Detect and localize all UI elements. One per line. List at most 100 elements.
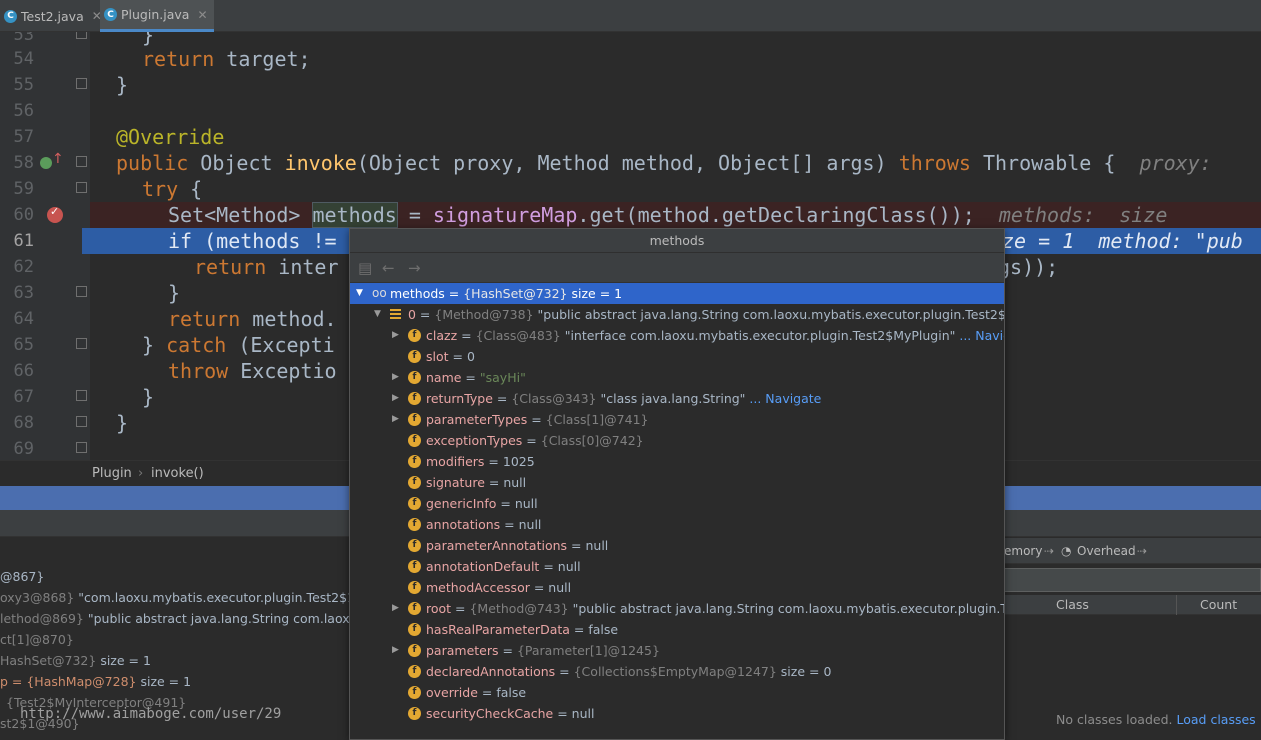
variable-row[interactable]: oxy3@868} "com.laoxu.mybatis.executor.pl… bbox=[0, 587, 391, 608]
collapse-arrow-icon[interactable]: ▼ bbox=[356, 283, 363, 304]
column-count[interactable]: Count bbox=[1200, 597, 1237, 612]
tree-row[interactable]: f parameterAnnotations = null bbox=[350, 535, 1004, 556]
equals-sign: = bbox=[500, 517, 519, 532]
tree-row[interactable]: f methodAccessor = null bbox=[350, 577, 1004, 598]
tree-row-root[interactable]: ▼ oo methods = {HashSet@732} size = 1 bbox=[350, 283, 1004, 304]
expand-arrow-icon[interactable]: ▶ bbox=[392, 409, 399, 430]
field-value: "public abstract java.lang.String com.la… bbox=[572, 601, 1004, 616]
expand-arrow-icon[interactable]: ▶ bbox=[392, 640, 399, 661]
code-line: } bbox=[116, 73, 129, 97]
close-icon[interactable]: ✕ bbox=[197, 8, 207, 22]
field-name: hasRealParameterData bbox=[426, 622, 570, 637]
field-icon: f bbox=[408, 644, 421, 657]
fold-marker-icon[interactable] bbox=[76, 390, 87, 401]
variable-row[interactable]: ct[1]@870} bbox=[0, 629, 74, 650]
tree-row-text: parameterTypes = {Class[1]@741} bbox=[426, 409, 649, 430]
object-reference: {Class[0]@742} bbox=[540, 433, 644, 448]
tab-label: Plugin.java bbox=[121, 7, 190, 22]
equals-sign: = bbox=[553, 706, 572, 721]
editor-tab-bar: C Test2.java ✕ C Plugin.java ✕ bbox=[0, 0, 1261, 32]
equals-sign: = bbox=[555, 664, 574, 679]
column-class[interactable]: Class bbox=[1056, 597, 1089, 612]
line-number: 62 bbox=[13, 257, 34, 277]
pin-icon[interactable]: ⇢ bbox=[1044, 544, 1054, 558]
tree-row[interactable]: f declaredAnnotations = {Collections$Empt… bbox=[350, 661, 1004, 682]
field-name: parameterAnnotations bbox=[426, 538, 568, 553]
tree-row[interactable]: f annotations = null bbox=[350, 514, 1004, 535]
tree-row[interactable]: f annotationDefault = null bbox=[350, 556, 1004, 577]
equals-sign: = bbox=[484, 475, 504, 490]
fold-marker-icon[interactable] bbox=[76, 286, 87, 297]
tree-row[interactable]: ▶ f root = {Method@743} "public abstract j… bbox=[350, 598, 1004, 619]
tree-row[interactable]: ▶ f returnType = {Class@343} "class java.l… bbox=[350, 388, 1004, 409]
tree-row[interactable]: ▶ f clazz = {Class@483} "interface com.lao… bbox=[350, 325, 1004, 346]
implements-method-icon[interactable] bbox=[40, 157, 52, 169]
expand-arrow-icon[interactable]: ▶ bbox=[392, 598, 399, 619]
fold-marker-icon[interactable] bbox=[76, 156, 87, 167]
memory-search-input[interactable] bbox=[1004, 568, 1261, 592]
expand-arrow-icon[interactable]: ▶ bbox=[392, 367, 399, 388]
fold-marker-icon[interactable] bbox=[76, 78, 87, 89]
field-value: null bbox=[585, 538, 609, 553]
tree-row[interactable]: f override = false bbox=[350, 682, 1004, 703]
breakpoint-icon[interactable] bbox=[47, 205, 63, 223]
expand-arrow-icon[interactable]: ▶ bbox=[392, 388, 399, 409]
tab-test2-java[interactable]: C Test2.java ✕ bbox=[0, 0, 108, 32]
navigate-link[interactable]: ... Navigate bbox=[745, 391, 821, 406]
field-name: annotations bbox=[426, 517, 501, 532]
field-name: methodAccessor bbox=[426, 580, 530, 595]
variable-row[interactable]: p = {HashMap@728} size = 1 bbox=[0, 671, 191, 692]
tree-row[interactable]: ▶ f parameters = {Parameter[1]@1245} bbox=[350, 640, 1004, 661]
forward-arrow-icon[interactable]: → bbox=[408, 259, 421, 277]
tree-row-text: hasRealParameterData = false bbox=[426, 619, 618, 640]
fold-marker-icon[interactable] bbox=[76, 32, 87, 39]
tree-row[interactable]: f hasRealParameterData = false bbox=[350, 619, 1004, 640]
expand-arrow-icon[interactable]: ▶ bbox=[392, 325, 399, 346]
back-arrow-icon[interactable]: ← bbox=[382, 259, 395, 277]
tree-row-text: declaredAnnotations = {Collections$Empty… bbox=[426, 661, 831, 682]
field-value: 1025 bbox=[502, 454, 535, 469]
override-arrow-icon[interactable]: ↑ bbox=[52, 151, 64, 167]
tree-row[interactable]: f exceptionTypes = {Class[0]@742} bbox=[350, 430, 1004, 451]
tree-row[interactable]: f signature = null bbox=[350, 472, 1004, 493]
chevron-right-icon: › bbox=[138, 466, 144, 481]
fold-marker-icon[interactable] bbox=[76, 442, 87, 453]
navigate-link[interactable]: ... Navigate bbox=[955, 328, 1004, 343]
equals-sign: = bbox=[477, 685, 497, 700]
line-number: 57 bbox=[13, 127, 34, 147]
line-number: 67 bbox=[13, 387, 34, 407]
fold-marker-icon[interactable] bbox=[76, 338, 87, 349]
line-number: 55 bbox=[13, 75, 34, 95]
tree-row-text: methods = {HashSet@732} size = 1 bbox=[390, 283, 622, 304]
variable-row[interactable]: lethod@869} "public abstract java.lang.S… bbox=[0, 608, 389, 629]
pin-icon[interactable]: ⇢ bbox=[1137, 544, 1147, 558]
breadcrumb-item[interactable]: invoke() bbox=[151, 466, 204, 481]
tree-row[interactable]: ▼ 0 = {Method@738} "public abstract java.… bbox=[350, 304, 1004, 325]
field-value: "interface com.laoxu.mybatis.executor.pl… bbox=[560, 328, 956, 343]
variable-row[interactable]: @867} bbox=[0, 566, 44, 587]
tab-overhead[interactable]: Overhead bbox=[1077, 544, 1136, 558]
object-reference: {Method@738} bbox=[434, 307, 534, 322]
tree-row[interactable]: ▶ f parameterTypes = {Class[1]@741} bbox=[350, 409, 1004, 430]
field-name: slot bbox=[426, 349, 449, 364]
tree-row[interactable]: f securityCheckCache = null bbox=[350, 703, 1004, 724]
tree-row-text: root = {Method@743} "public abstract jav… bbox=[426, 598, 1004, 619]
tree-row[interactable]: ▶ f name = "sayHi" bbox=[350, 367, 1004, 388]
collapse-arrow-icon[interactable]: ▼ bbox=[374, 304, 381, 325]
breadcrumb-item[interactable]: Plugin bbox=[92, 466, 132, 481]
tree-row[interactable]: f slot = 0 bbox=[350, 346, 1004, 367]
fold-marker-icon[interactable] bbox=[76, 416, 87, 427]
variable-row[interactable]: HashSet@732} size = 1 bbox=[0, 650, 151, 671]
equals-sign: = bbox=[567, 538, 586, 553]
tree-row[interactable]: f genericInfo = null bbox=[350, 493, 1004, 514]
load-classes-link[interactable]: Load classes bbox=[1176, 712, 1255, 727]
tree-row-text: modifiers = 1025 bbox=[426, 451, 535, 472]
tree-row[interactable]: f modifiers = 1025 bbox=[350, 451, 1004, 472]
tab-memory[interactable]: emory bbox=[1004, 544, 1042, 558]
variable-inspect-popup[interactable]: methods ▤ ← → ▼ oo methods = {HashSet@732}… bbox=[349, 228, 1005, 740]
field-icon: f bbox=[408, 623, 421, 636]
tab-plugin-java[interactable]: C Plugin.java ✕ bbox=[100, 0, 214, 32]
watch-icon[interactable]: ▤ bbox=[358, 259, 372, 277]
field-name: exceptionTypes bbox=[426, 433, 523, 448]
fold-marker-icon[interactable] bbox=[76, 182, 87, 193]
